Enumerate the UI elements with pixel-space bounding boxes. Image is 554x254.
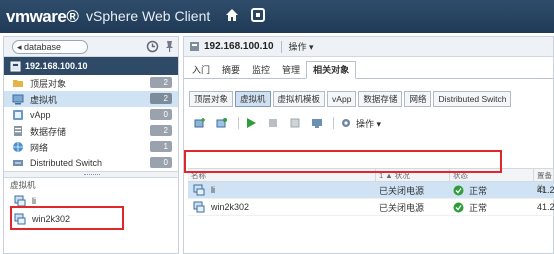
- nav-item-label: 顶层对象: [30, 78, 67, 89]
- tab-manage[interactable]: 管理: [276, 62, 306, 78]
- status-ok-icon: [453, 202, 464, 212]
- table-row[interactable]: li 已关闭电源 正常 41.21: [188, 182, 554, 199]
- pane-splitter[interactable]: [4, 171, 178, 178]
- navigator-toolbar: ◂ database: [4, 37, 178, 57]
- pin-icon[interactable]: [163, 40, 176, 53]
- folder-icon: [13, 80, 23, 87]
- tab-monitor[interactable]: 监控: [246, 62, 276, 78]
- vm-name: li: [32, 196, 36, 206]
- content-header: 192.168.100.10 操作 ▾: [184, 37, 553, 57]
- highlight-box-right: [184, 150, 502, 173]
- top-banner: vmware® vSphere Web Client: [0, 0, 554, 33]
- nav-item-datastores[interactable]: 数据存储 2: [4, 123, 178, 139]
- subtab-datastores[interactable]: 数据存储: [358, 91, 403, 107]
- nav-item-vapp[interactable]: vApp 0: [4, 107, 178, 123]
- console-icon[interactable]: [311, 117, 323, 129]
- new-vm-from-template-icon[interactable]: [216, 117, 228, 129]
- home-icon[interactable]: [224, 7, 240, 23]
- toolbar-actions-menu[interactable]: 操作 ▾: [356, 117, 381, 130]
- subtab-vms[interactable]: 虚拟机: [235, 91, 271, 107]
- back-button[interactable]: ◂ database: [12, 40, 88, 54]
- host-label: 192.168.100.10: [25, 61, 88, 71]
- vmware-logo: vmware®: [6, 7, 79, 26]
- subtab-top-objects[interactable]: 顶层对象: [189, 91, 234, 107]
- host-icon: [10, 61, 21, 71]
- history-icon[interactable]: [146, 40, 159, 53]
- status-ok-icon: [453, 185, 464, 195]
- column-header-provisioned[interactable]: 置备的: [534, 169, 554, 193]
- vm-icon: [193, 184, 205, 196]
- product-title: vSphere Web Client: [86, 8, 211, 24]
- section-title: 虚拟机: [10, 180, 36, 190]
- provisioned-cell: 41.21: [537, 185, 554, 195]
- count-badge: 2: [150, 125, 172, 136]
- nav-item-label: vApp: [30, 110, 51, 120]
- state-cell: 已关闭电源: [379, 202, 425, 213]
- count-badge: 1: [150, 141, 172, 152]
- actions-menu[interactable]: 操作 ▾: [289, 40, 314, 53]
- nav-item-label: 网络: [30, 142, 49, 153]
- vm-icon: [193, 201, 205, 213]
- count-badge: 2: [150, 77, 172, 88]
- tab-related-objects[interactable]: 相关对象: [306, 61, 357, 79]
- highlight-box-left: [10, 206, 124, 230]
- status-cell: 正常: [469, 185, 488, 196]
- content-pane: 192.168.100.10 操作 ▾ 入门 摘要 监控 管理 相关对象 顶层对…: [183, 36, 554, 254]
- tab-summary[interactable]: 摘要: [216, 62, 246, 78]
- subtab-bar: 顶层对象 虚拟机 虚拟机模板 vApp 数据存储 网络 Distributed …: [189, 91, 553, 107]
- grid-toolbar: 操作 ▾: [194, 116, 553, 130]
- nav-item-vms[interactable]: 虚拟机 2: [4, 91, 178, 107]
- vm-name-cell: li: [211, 185, 215, 195]
- subtab-distributed-switch[interactable]: Distributed Switch: [433, 91, 512, 107]
- subtab-networks[interactable]: 网络: [404, 91, 432, 107]
- nav-item-top-objects[interactable]: 顶层对象 2: [4, 75, 178, 91]
- network-icon: [13, 142, 23, 152]
- count-badge: 0: [150, 157, 172, 168]
- count-badge: 0: [150, 109, 172, 120]
- switch-icon: [13, 160, 23, 166]
- table-row[interactable]: win2k302 已关闭电源 正常 41.21: [188, 199, 554, 216]
- gear-icon[interactable]: [340, 117, 352, 129]
- power-off-icon[interactable]: [267, 117, 279, 129]
- vm-icon: [12, 94, 24, 105]
- nav-item-distributed-switch[interactable]: Distributed Switch 0: [4, 155, 178, 171]
- subtab-vm-templates[interactable]: 虚拟机模板: [272, 91, 326, 107]
- subtab-vapp[interactable]: vApp: [327, 91, 357, 107]
- power-on-icon[interactable]: [245, 117, 257, 129]
- datastore-icon: [14, 126, 22, 136]
- state-cell: 已关闭电源: [379, 185, 425, 196]
- object-title: 192.168.100.10: [204, 41, 274, 52]
- host-icon: [190, 42, 199, 51]
- new-vm-icon[interactable]: [194, 117, 206, 129]
- nav-item-label: 虚拟机: [30, 94, 58, 105]
- nav-item-networks[interactable]: 网络 1: [4, 139, 178, 155]
- vapp-icon: [13, 110, 23, 120]
- status-cell: 正常: [469, 202, 488, 213]
- host-header[interactable]: 192.168.100.10: [4, 57, 178, 75]
- refresh-icon[interactable]: [251, 8, 265, 22]
- vm-grid: 名称 1 ▲ 状况 状态 置备的 li 已关闭电源 正常 41.21 win2k…: [188, 168, 554, 216]
- vm-name-cell: win2k302: [211, 202, 250, 212]
- suspend-icon[interactable]: [289, 117, 301, 129]
- tab-getting-started[interactable]: 入门: [186, 62, 216, 78]
- provisioned-cell: 41.21: [537, 202, 554, 212]
- nav-item-label: 数据存储: [30, 126, 67, 137]
- nav-item-label: Distributed Switch: [30, 158, 103, 168]
- tab-bar: 入门 摘要 监控 管理 相关对象: [184, 60, 553, 79]
- count-badge: 2: [150, 93, 172, 104]
